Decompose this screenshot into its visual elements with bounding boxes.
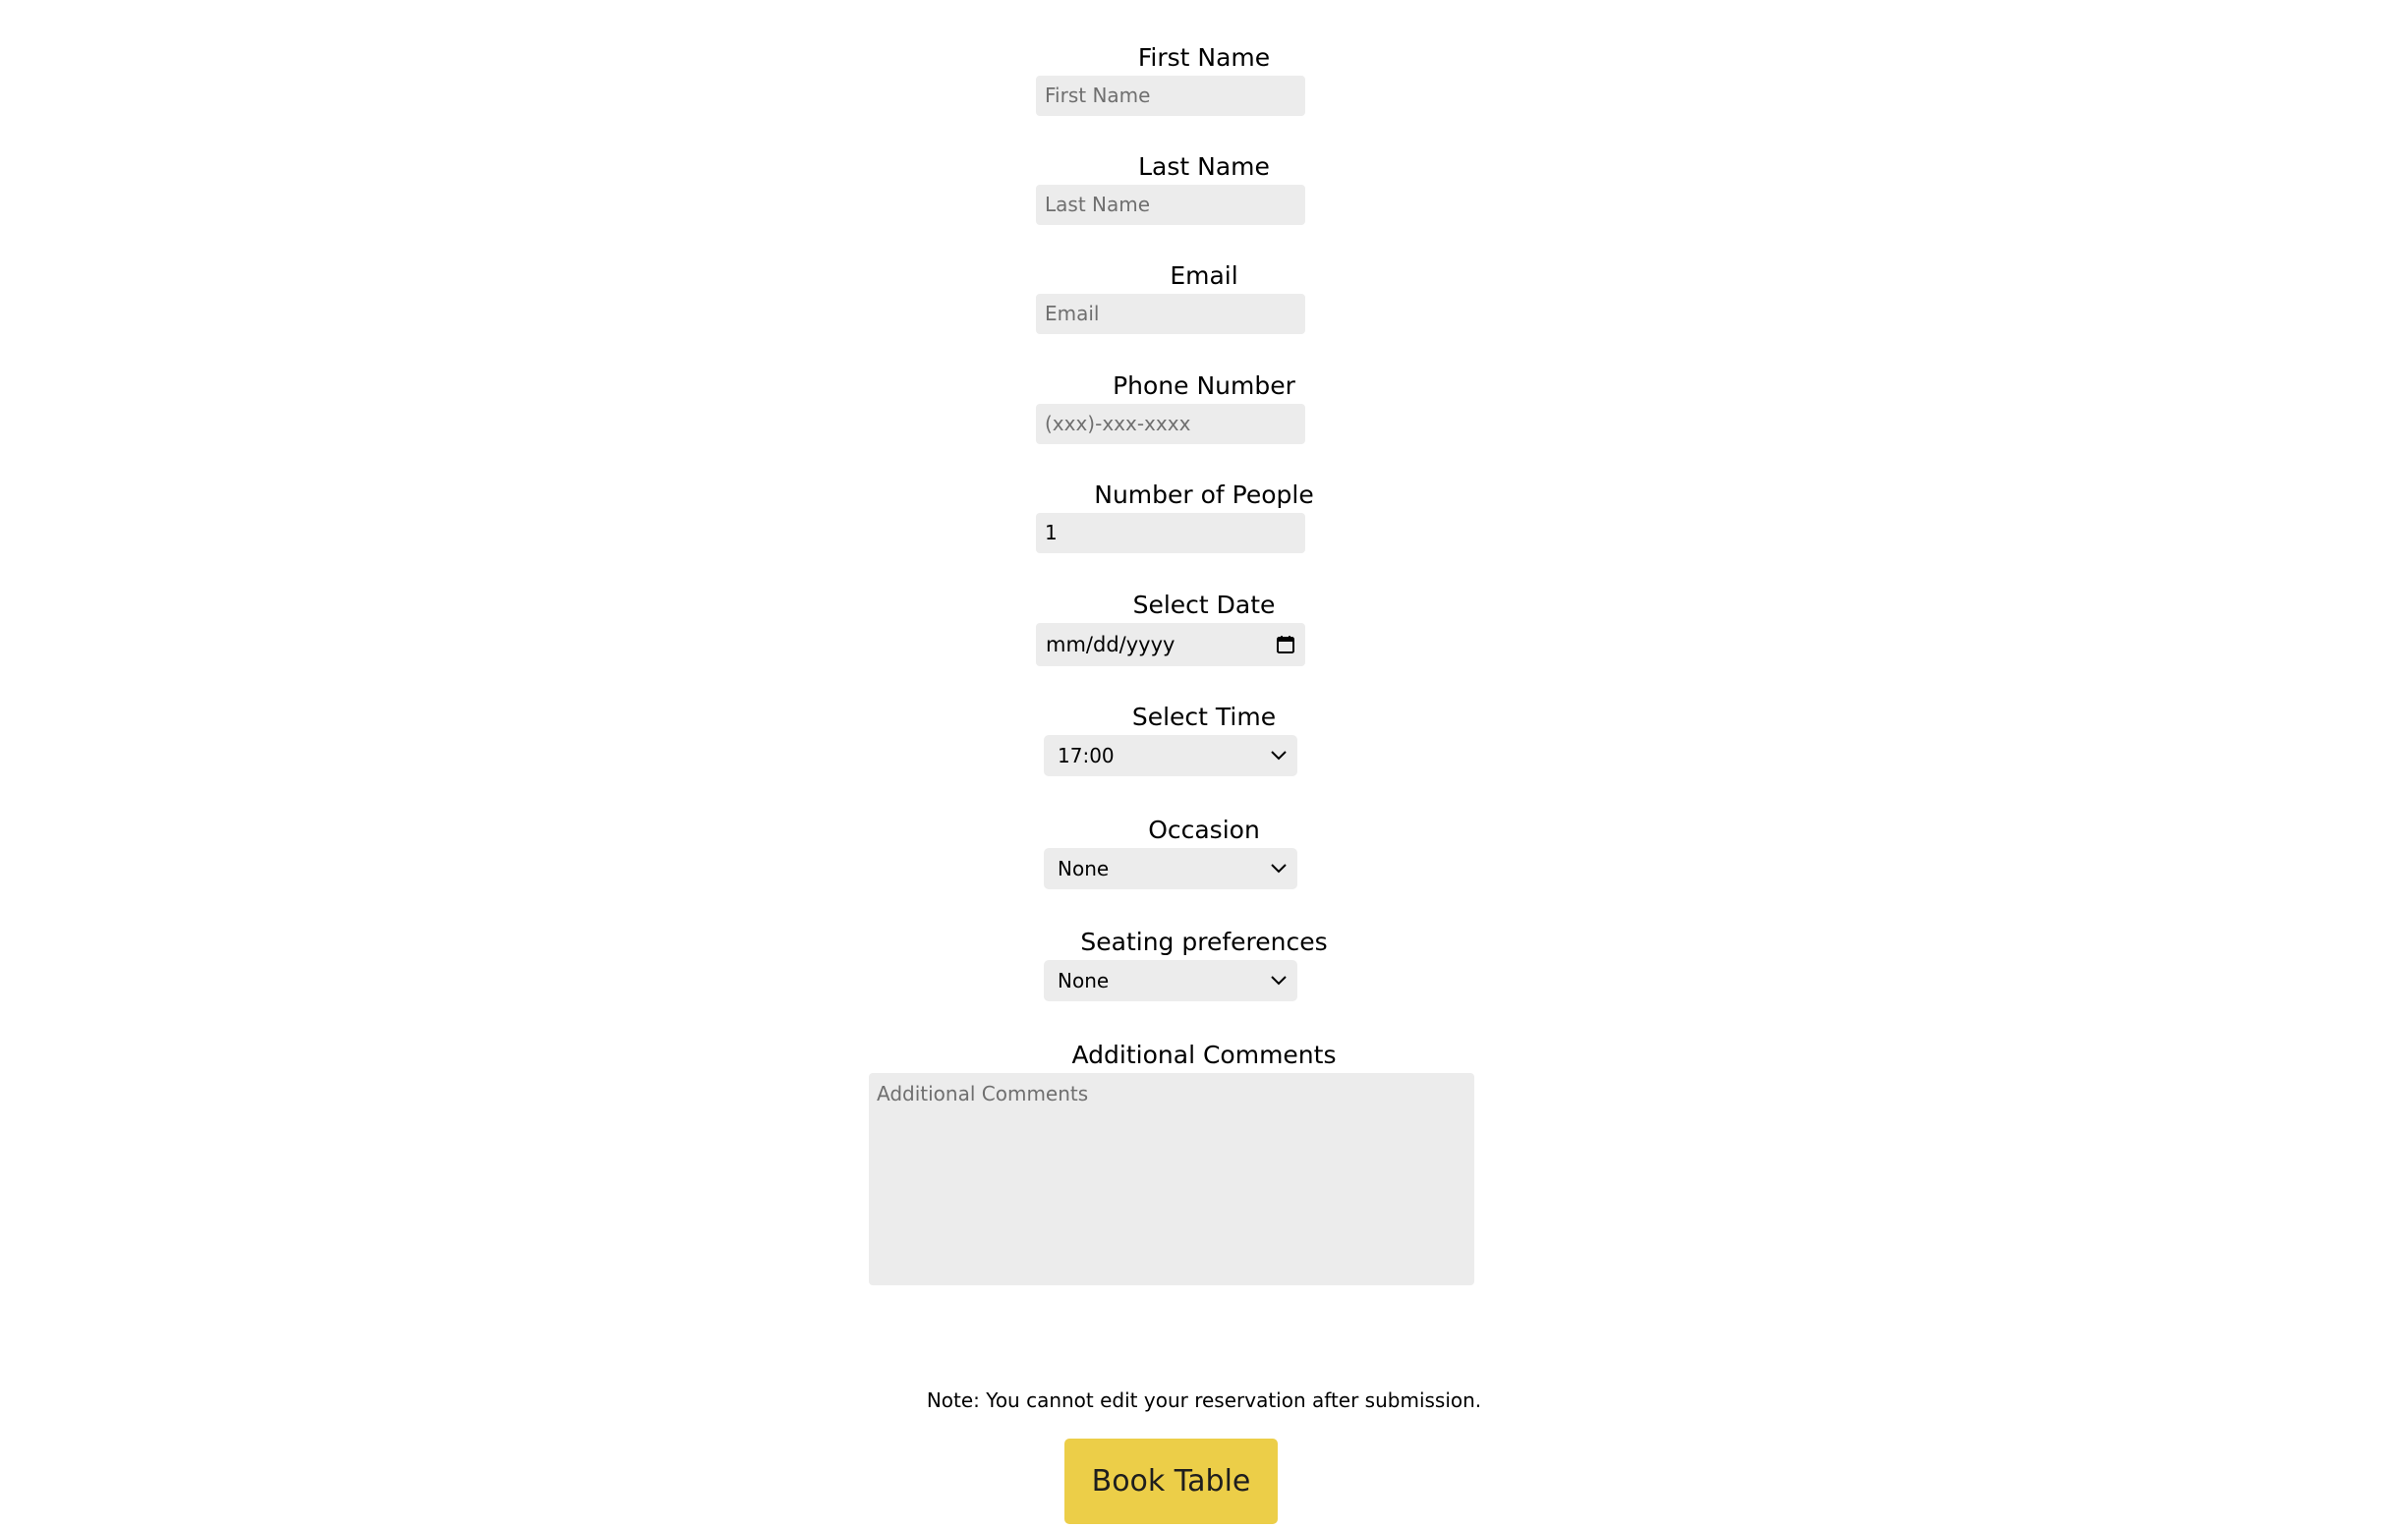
occasion-select[interactable]: None: [1044, 848, 1297, 889]
date-input[interactable]: mm/dd/yyyy: [1036, 623, 1305, 666]
email-input[interactable]: Email: [1036, 294, 1305, 334]
phone-label: Phone Number: [1113, 371, 1295, 400]
first-name-input[interactable]: First Name: [1036, 76, 1305, 116]
people-value: 1: [1045, 521, 1058, 544]
phone-input[interactable]: (xxx)-xxx-xxxx: [1036, 404, 1305, 444]
seating-select[interactable]: None: [1044, 960, 1297, 1001]
comments-placeholder: Additional Comments: [877, 1082, 1089, 1105]
seating-selected-value: None: [1058, 969, 1110, 992]
reservation-form: First Name First Name Last Name Last Nam…: [0, 0, 2408, 1528]
submission-note: Note: You cannot edit your reservation a…: [926, 1388, 1482, 1412]
comments-label: Additional Comments: [1071, 1041, 1337, 1069]
phone-placeholder: (xxx)-xxx-xxxx: [1045, 412, 1191, 435]
people-label: Number of People: [1094, 481, 1314, 509]
occasion-label: Occasion: [1148, 816, 1260, 844]
book-table-button[interactable]: Book Table: [1064, 1439, 1278, 1524]
date-label: Select Date: [1132, 591, 1276, 619]
time-selected-value: 17:00: [1058, 744, 1115, 767]
time-select[interactable]: 17:00: [1044, 735, 1297, 776]
occasion-selected-value: None: [1058, 857, 1110, 880]
chevron-down-icon: [1271, 976, 1287, 986]
last-name-input[interactable]: Last Name: [1036, 185, 1305, 225]
date-placeholder: mm/dd/yyyy: [1046, 633, 1175, 656]
time-label: Select Time: [1131, 703, 1277, 731]
chevron-down-icon: [1271, 864, 1287, 874]
calendar-icon[interactable]: [1276, 635, 1295, 654]
email-label: Email: [1170, 261, 1238, 290]
last-name-placeholder: Last Name: [1045, 193, 1151, 216]
chevron-down-icon: [1271, 751, 1287, 761]
comments-textarea[interactable]: Additional Comments: [869, 1073, 1474, 1285]
first-name-label: First Name: [1137, 43, 1271, 72]
people-input[interactable]: 1: [1036, 513, 1305, 553]
first-name-placeholder: First Name: [1045, 84, 1151, 107]
last-name-label: Last Name: [1138, 152, 1270, 181]
email-placeholder: Email: [1045, 302, 1100, 325]
seating-label: Seating preferences: [1080, 928, 1328, 956]
